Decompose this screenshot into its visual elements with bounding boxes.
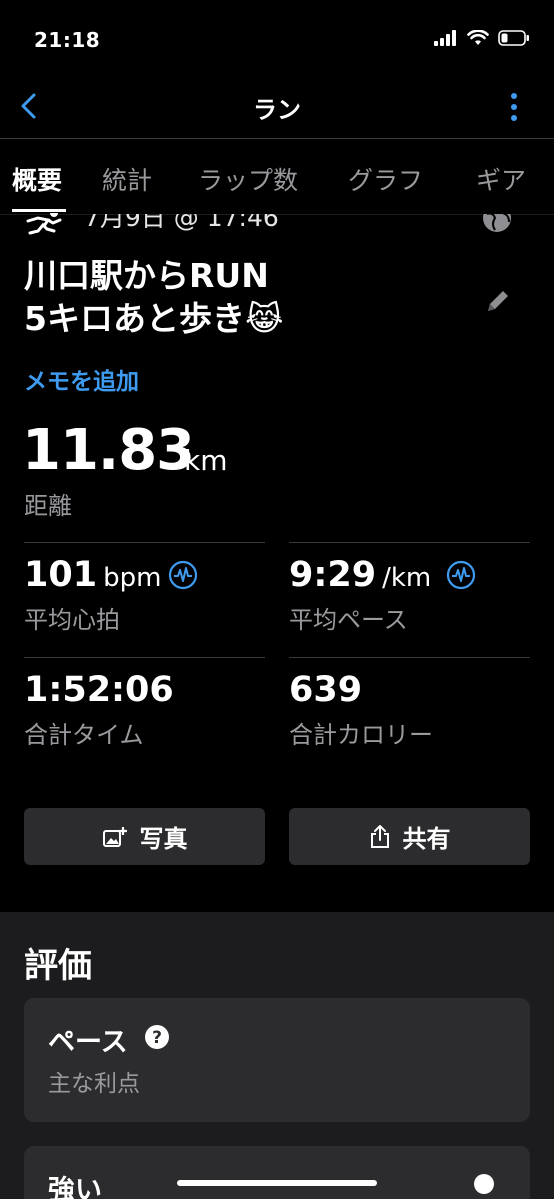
avg-pace: 9:29/km [289,555,431,595]
add-memo-link[interactable]: メモを追加 [24,362,139,396]
distance-unit: km [184,444,228,477]
pace-rating-title: ペース [48,1027,128,1058]
divider [24,542,265,543]
activity-title-line1: 川口駅からRUN [24,256,269,295]
tab-bar: 概要 統計 ラップ数 グラフ ギア [0,139,554,213]
pace-rating-subtitle: 主な利点 [48,1071,140,1097]
distance-label: 距離 [24,492,72,520]
status-time: 21:18 [34,28,101,52]
share-button-label: 共有 [402,825,451,853]
page-title: ラン [253,96,301,124]
activity-title-line2: 5キロあと歩き😹 [24,299,284,338]
status-icons [434,30,530,46]
total-time-value: 1:52:06 [24,670,174,710]
avg-heart-rate-value: 101 [24,555,98,595]
avg-heart-rate: 101 bpm [24,555,161,595]
pencil-edit-icon[interactable] [484,287,512,315]
divider [289,542,530,543]
help-question-icon[interactable]: ? [144,1024,170,1050]
total-calories-value: 639 [289,670,363,710]
rating-title: 評価 [24,946,92,986]
distance-value: 11.83 [22,418,195,483]
tab-stats[interactable]: 統計 [102,161,152,197]
photo-button-label: 写真 [139,825,188,853]
photo-button[interactable]: 写真 [24,808,265,865]
pace-rating-card[interactable]: ペース ? 主な利点 [24,998,530,1122]
cellular-signal-icon [434,30,456,46]
total-calories-label: 合計カロリー [289,721,433,749]
activity-detail-screen: 21:18 ラン 概要 統計 ラップ数 グラフ ギア 7月9日 @ 17:46 … [0,0,554,1199]
status-bar: 21:18 [0,0,554,80]
tab-graph[interactable]: グラフ [348,161,423,197]
avg-heart-rate-label: 平均心拍 [24,606,120,634]
divider [289,657,530,658]
avg-pace-value: 9:29 [289,555,377,595]
intensity-rating-title: 強い [48,1175,102,1199]
avg-pace-unit: /km [382,563,432,593]
share-icon [370,824,389,848]
more-options-icon[interactable] [504,90,524,124]
pace-chart-icon[interactable] [446,560,476,590]
wifi-icon [467,30,489,45]
share-button[interactable]: 共有 [289,808,530,865]
home-indicator[interactable] [177,1180,377,1186]
tab-gear[interactable]: ギア [476,161,526,197]
info-dot-icon[interactable] [474,1174,494,1194]
battery-icon [498,30,529,46]
intensity-rating-card[interactable]: 強い [24,1146,530,1199]
svg-text:?: ? [152,1028,162,1048]
heart-rate-chart-icon[interactable] [168,560,198,590]
active-tab-indicator [12,209,66,212]
avg-pace-label: 平均ペース [289,606,408,634]
tab-laps[interactable]: ラップ数 [198,161,298,197]
total-time-label: 合計タイム [24,721,144,749]
add-photo-icon [102,826,127,847]
tab-overview[interactable]: 概要 [12,161,62,197]
activity-title: 川口駅からRUN 5キロあと歩き😹 [24,254,464,340]
avg-heart-rate-unit: bpm [103,563,162,593]
divider [24,657,265,658]
navigation-bar: ラン [0,80,554,139]
